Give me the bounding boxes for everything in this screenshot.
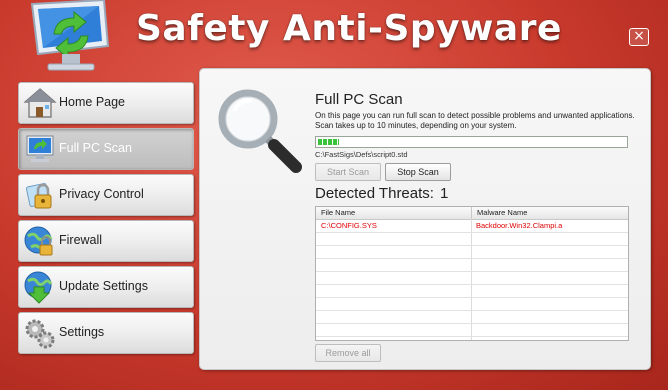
sidebar-item-privacy-control[interactable]: Privacy Control: [18, 174, 194, 216]
sidebar-item-label: Full PC Scan: [59, 141, 132, 155]
page-title: Full PC Scan: [315, 91, 403, 108]
column-header-file-name[interactable]: File Name: [316, 207, 471, 219]
scan-progress-fill: [318, 139, 339, 145]
cell-file-name: [316, 285, 471, 297]
table-row[interactable]: [316, 285, 628, 298]
threats-table[interactable]: File Name Malware Name C:\CONFIG.SYS Back…: [315, 206, 629, 341]
page-description: On this page you can run full scan to de…: [315, 111, 635, 130]
sidebar-item-label: Privacy Control: [59, 187, 144, 201]
cell-file-name: [316, 246, 471, 258]
monitor-refresh-logo-icon: [30, 0, 110, 71]
cell-malware-name: [471, 337, 628, 340]
cell-file-name: [316, 298, 471, 310]
current-scan-file: C:\FastSigs\Defs\script0.std: [315, 150, 408, 159]
detected-threats-count: 1: [439, 185, 449, 202]
scan-progress-bar: [315, 136, 628, 148]
scan-panel: Full PC Scan On this page you can run fu…: [199, 68, 651, 370]
magnifier-icon: [218, 89, 302, 173]
close-button[interactable]: ×: [629, 28, 649, 46]
sidebar-item-full-pc-scan[interactable]: Full PC Scan: [18, 128, 194, 170]
cell-malware-name: [471, 272, 628, 284]
stop-scan-button[interactable]: Stop Scan: [385, 163, 451, 181]
sidebar-item-home-page[interactable]: Home Page: [18, 82, 194, 124]
cell-file-name: [316, 337, 471, 340]
detected-threats-heading: Detected Threats: 1: [315, 185, 448, 202]
sidebar-item-label: Firewall: [59, 233, 103, 247]
remove-all-button[interactable]: Remove all: [315, 344, 381, 362]
detected-threats-label: Detected Threats:: [315, 185, 434, 202]
gears-icon: [25, 319, 55, 349]
cell-malware-name: [471, 298, 628, 310]
cell-malware-name: Backdoor.Win32.Clampi.a: [476, 221, 563, 230]
cell-file-name: [316, 311, 471, 323]
cell-malware-name: [471, 233, 628, 245]
table-row[interactable]: [316, 337, 628, 340]
cell-malware-name: [471, 246, 628, 258]
cell-file-name: C:\CONFIG.SYS: [321, 221, 377, 230]
threats-table-header: File Name Malware Name: [316, 207, 628, 220]
cell-malware-name: [471, 324, 628, 336]
sidebar-item-label: Update Settings: [59, 279, 148, 293]
table-row[interactable]: [316, 324, 628, 337]
table-row[interactable]: [316, 311, 628, 324]
table-row[interactable]: [316, 272, 628, 285]
lock-icon: [26, 183, 52, 209]
sidebar-item-label: Home Page: [59, 95, 126, 109]
cell-malware-name: [471, 259, 628, 271]
monitor-scan-icon: [26, 135, 54, 162]
house-icon: [23, 88, 57, 118]
table-row[interactable]: [316, 233, 628, 246]
cell-malware-name: [471, 311, 628, 323]
table-row[interactable]: [316, 298, 628, 311]
sidebar-item-settings[interactable]: Settings: [18, 312, 194, 354]
app-window: Safety Anti-Spyware × Home Page Full PC …: [0, 0, 668, 390]
cell-file-name: [316, 272, 471, 284]
column-header-malware-name[interactable]: Malware Name: [471, 207, 628, 219]
sidebar-item-update-settings[interactable]: Update Settings: [18, 266, 194, 308]
sidebar-item-label: Settings: [59, 325, 105, 339]
table-row[interactable]: [316, 259, 628, 272]
cell-file-name: [316, 233, 471, 245]
threats-table-body: C:\CONFIG.SYS Backdoor.Win32.Clampi.a: [316, 220, 628, 340]
table-row[interactable]: C:\CONFIG.SYS Backdoor.Win32.Clampi.a: [316, 220, 628, 233]
table-row[interactable]: [316, 246, 628, 259]
start-scan-button[interactable]: Start Scan: [315, 163, 381, 181]
cell-file-name: [316, 324, 471, 336]
cell-malware-name: [471, 285, 628, 297]
cell-file-name: [316, 259, 471, 271]
globe-lock-icon: [24, 226, 53, 256]
globe-download-icon: [24, 271, 53, 304]
sidebar-item-firewall[interactable]: Firewall: [18, 220, 194, 262]
app-title: Safety Anti-Spyware: [136, 8, 562, 49]
